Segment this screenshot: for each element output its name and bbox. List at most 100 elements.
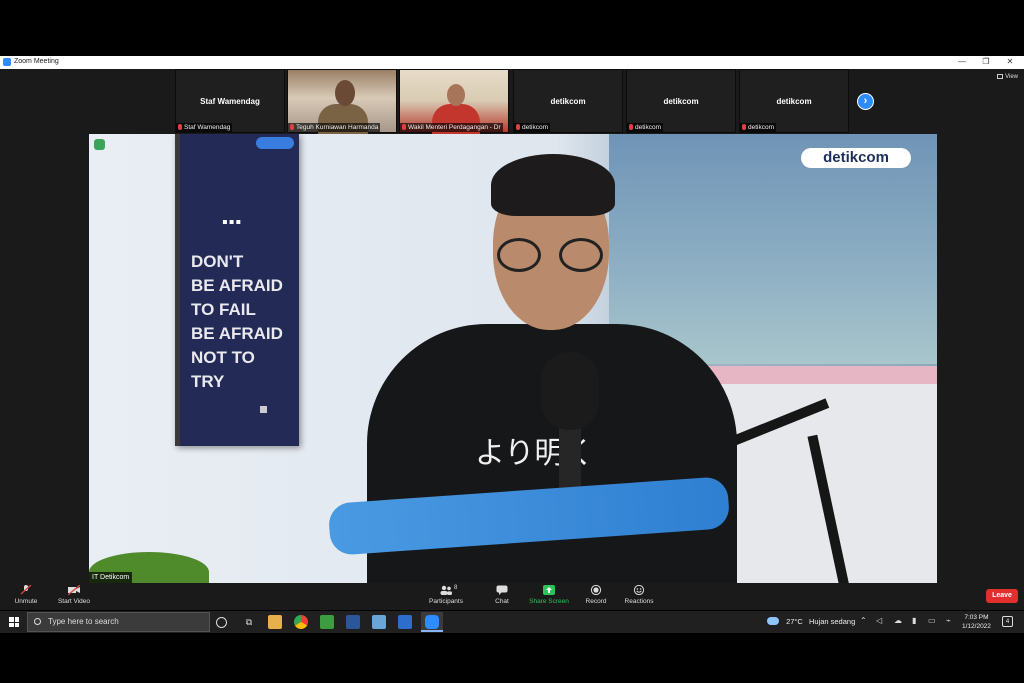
video-off-icon xyxy=(68,585,80,595)
view-button[interactable]: View xyxy=(997,74,1018,80)
participant-video-face xyxy=(335,80,355,106)
leave-button[interactable]: Leave xyxy=(986,589,1018,603)
microphone-tray-icon[interactable]: ▮ xyxy=(912,616,916,625)
weather-widget[interactable]: 27°C Hujan sedang xyxy=(767,617,855,626)
zoom-icon xyxy=(425,615,439,629)
photos-app-icon[interactable] xyxy=(398,615,412,629)
participant-tile[interactable]: detikcom detikcom xyxy=(513,69,623,133)
search-icon xyxy=(34,618,41,625)
speaker-hair xyxy=(491,154,615,216)
task-view-icon[interactable]: ⧉ xyxy=(242,615,256,629)
participant-tile[interactable]: detikcom detikcom xyxy=(739,69,849,133)
chat-label: Chat xyxy=(495,598,509,605)
window-background xyxy=(609,134,937,364)
reactions-label: Reactions xyxy=(624,598,654,605)
chevron-up-icon[interactable]: ⌃ xyxy=(860,616,867,625)
participant-caption: Wakil Menteri Perdagangan - Dr xyxy=(400,123,503,132)
share-screen-button[interactable]: Share Screen xyxy=(528,585,570,605)
participant-tile[interactable]: detikcom detikcom xyxy=(626,69,736,133)
unmute-label: Unmute xyxy=(14,598,38,605)
file-explorer-icon[interactable] xyxy=(268,615,282,629)
notification-center-icon[interactable]: 4 xyxy=(1002,616,1013,627)
microphone-icon xyxy=(541,352,599,430)
battery-icon[interactable]: ▭ xyxy=(928,616,936,625)
participant-tile[interactable]: Staf Wamendag Staf Wamendag xyxy=(175,69,285,133)
participants-button[interactable]: Participants 8 xyxy=(428,585,464,605)
encryption-shield-icon[interactable] xyxy=(94,139,105,150)
participant-display-name: detikcom xyxy=(776,97,812,106)
clock-date: 1/12/2022 xyxy=(962,623,991,630)
poster-dots: ▪▪▪ xyxy=(222,214,243,231)
participant-caption: Staf Wamendag xyxy=(176,123,233,132)
glasses-lens-left xyxy=(497,238,541,272)
system-clock[interactable]: 7:03 PM 1/12/2022 xyxy=(962,613,991,631)
muted-mic-icon xyxy=(516,124,520,130)
reactions-button[interactable]: Reactions xyxy=(623,585,655,605)
participants-label: Participants xyxy=(429,598,463,605)
speaker-glasses xyxy=(497,238,611,272)
record-button[interactable]: Record xyxy=(583,585,609,605)
participant-tile[interactable]: Wakil Menteri Perdagangan - Dr xyxy=(399,69,509,134)
participant-caption: Teguh Kurniawan Harmanda xyxy=(288,123,381,132)
chat-button[interactable]: Chat xyxy=(490,585,514,605)
muted-mic-icon xyxy=(290,124,294,130)
notes-app-icon[interactable] xyxy=(372,615,386,629)
window-titlebar: Zoom Meeting — ❐ ✕ xyxy=(0,56,1024,69)
word-icon[interactable] xyxy=(346,615,360,629)
poster-text: DON'T BE AFRAID TO FAIL BE AFRAID NOT TO… xyxy=(191,252,283,391)
muted-mic-icon xyxy=(742,124,746,130)
participants-count: 8 xyxy=(454,585,458,591)
participant-caption-text: detikcom xyxy=(522,124,549,131)
start-video-label: Start Video xyxy=(57,598,91,605)
participant-caption-text: Staf Wamendag xyxy=(184,124,231,131)
windows-start-icon[interactable] xyxy=(9,617,19,627)
wall-poster: ▪▪▪ DON'T BE AFRAID TO FAIL BE AFRAID NO… xyxy=(175,134,299,446)
participant-caption-text: detikcom xyxy=(748,124,775,131)
screen: Zoom Meeting — ❐ ✕ View Staf Wamendag St… xyxy=(0,0,1024,683)
excel-like-app-icon[interactable] xyxy=(320,615,334,629)
poster-logo xyxy=(256,137,294,149)
muted-mic-icon xyxy=(20,585,32,595)
next-page-icon[interactable]: › xyxy=(857,93,874,110)
participant-caption-text: detikcom xyxy=(635,124,662,131)
close-button[interactable]: ✕ xyxy=(998,56,1022,69)
unmute-button[interactable]: Unmute xyxy=(10,585,42,605)
participant-display-name: Staf Wamendag xyxy=(200,97,260,106)
network-icon[interactable]: ⌁ xyxy=(946,616,951,625)
weather-description: Hujan sedang xyxy=(808,617,856,626)
participant-tile[interactable]: Teguh Kurniawan Harmanda xyxy=(287,69,397,134)
view-button-label: View xyxy=(1005,74,1018,81)
participant-display-name: detikcom xyxy=(663,97,699,106)
glasses-lens-right xyxy=(559,238,603,272)
chrome-icon[interactable] xyxy=(294,615,308,629)
microphone-body xyxy=(559,424,581,494)
chat-icon xyxy=(496,585,508,595)
share-screen-icon xyxy=(543,585,555,595)
muted-mic-icon xyxy=(178,124,182,130)
search-placeholder: Type here to search xyxy=(48,617,119,626)
record-icon xyxy=(590,585,602,595)
taskbar-search-input[interactable]: Type here to search xyxy=(27,612,210,632)
participant-caption: detikcom xyxy=(514,123,551,132)
window-title: Zoom Meeting xyxy=(14,58,59,65)
participant-caption-text: Wakil Menteri Perdagangan - Dr xyxy=(408,124,501,131)
cloud-icon[interactable]: ☁ xyxy=(894,616,902,625)
speaker-icon[interactable]: ◁ xyxy=(876,616,882,625)
share-screen-label: Share Screen xyxy=(529,598,569,605)
participant-video-face xyxy=(447,84,465,106)
restore-button[interactable]: ❐ xyxy=(974,56,998,69)
cortana-icon[interactable] xyxy=(216,617,227,628)
clock-time: 7:03 PM xyxy=(964,614,989,621)
zoom-taskbar-button[interactable] xyxy=(421,612,443,632)
meeting-area: View Staf Wamendag Staf Wamendag Teguh K… xyxy=(0,69,1024,610)
participant-display-name: detikcom xyxy=(550,97,586,106)
wall-stripe xyxy=(689,366,937,384)
muted-mic-icon xyxy=(629,124,633,130)
zoom-app-icon xyxy=(3,58,11,66)
weather-cloud-icon xyxy=(767,617,779,625)
reactions-icon xyxy=(633,585,645,595)
minimize-button[interactable]: — xyxy=(950,56,974,69)
start-video-button[interactable]: Start Video xyxy=(56,585,92,605)
main-speaker-video: ▪▪▪ DON'T BE AFRAID TO FAIL BE AFRAID NO… xyxy=(89,134,937,583)
detikcom-logo: detikcom xyxy=(801,148,911,168)
